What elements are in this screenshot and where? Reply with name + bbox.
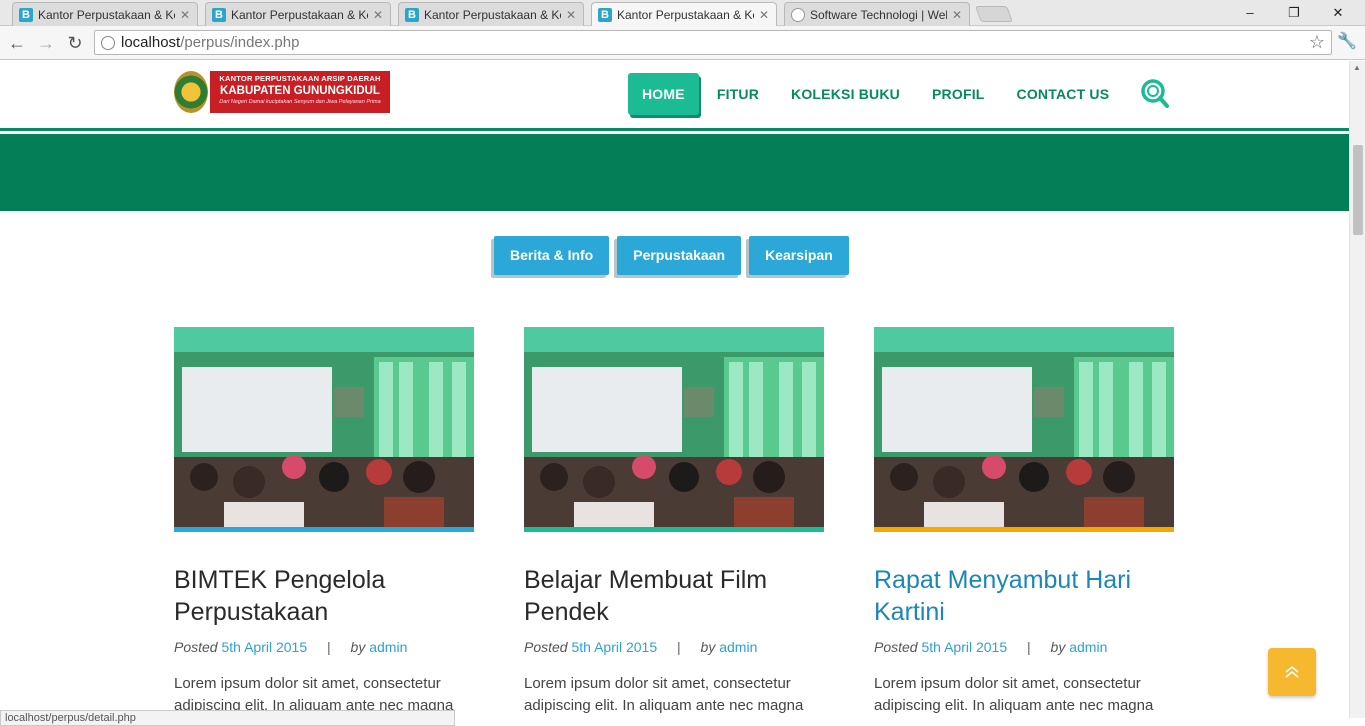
posted-label: Posted (524, 639, 568, 655)
post-excerpt: Lorem ipsum dolor sit amet, consectetur a… (874, 675, 1154, 714)
posted-label: Posted (874, 639, 918, 655)
status-bar: localhost/perpus/detail.php (0, 710, 455, 726)
post-accent-bar (874, 527, 1174, 532)
wrench-menu-icon[interactable]: 🔧 (1337, 31, 1357, 51)
browser-tab-title: Kantor Perpustakaan & Ke (231, 7, 368, 22)
b-icon: B (212, 7, 226, 22)
post-author-link[interactable]: admin (369, 639, 407, 655)
b-icon: B (598, 7, 612, 22)
classroom-photo (174, 327, 474, 532)
url-path: /perpus/index.php (180, 34, 300, 51)
nav-fitur[interactable]: FITUR (703, 73, 773, 115)
post-title[interactable]: BIMTEK Pengelola Perpustakaan (174, 564, 474, 628)
search-icon[interactable] (1140, 77, 1170, 111)
post-accent-bar (174, 527, 474, 532)
filter-perpustakaan-button[interactable]: Perpustakaan (617, 236, 742, 275)
reload-icon[interactable]: ↻ (63, 31, 87, 55)
globe-icon (791, 7, 805, 22)
logo-tagline: Dari Negeri Damai kuciptakan Senyum dan … (219, 99, 381, 105)
logo-plate: KANTOR PERPUSTAKAAN ARSIP DAERAH KABUPAT… (210, 71, 390, 113)
close-tab-icon[interactable]: ✕ (179, 8, 191, 22)
nav-profil[interactable]: PROFIL (918, 73, 999, 115)
logo-line-1: KANTOR PERPUSTAKAAN ARSIP DAERAH (219, 74, 381, 83)
post-accent-bar (524, 527, 824, 532)
browser-tab-active[interactable]: B Kantor Perpustakaan & Ke ✕ (591, 2, 777, 26)
post-thumbnail[interactable] (174, 327, 474, 532)
post-date-link[interactable]: 5th April 2015 (571, 639, 657, 655)
hero-banner (0, 134, 1349, 211)
chevron-up-icon (1285, 665, 1299, 678)
browser-toolbar: ← → ↻ localhost/perpus/index.php ☆ 🔧 (0, 26, 1365, 60)
nav-contact-us[interactable]: CONTACT US (1003, 73, 1124, 115)
category-filters: Berita & Info Perpustakaan Kearsipan (494, 236, 857, 275)
post-thumbnail[interactable] (874, 327, 1174, 532)
minimize-button[interactable]: – (1228, 0, 1272, 26)
back-to-top-button[interactable] (1268, 648, 1316, 696)
browser-tab-title: Kantor Perpustakaan & Ke (617, 7, 754, 22)
page-viewport: KANTOR PERPUSTAKAAN ARSIP DAERAH KABUPAT… (0, 61, 1349, 718)
post-card: Rapat Menyambut Hari Kartini Posted 5th A… (874, 327, 1174, 717)
url-host: localhost (121, 34, 181, 51)
post-card: BIMTEK Pengelola Perpustakaan Posted 5th … (174, 327, 474, 717)
page-info-icon[interactable] (101, 35, 115, 50)
post-author-link[interactable]: admin (719, 639, 757, 655)
post-title[interactable]: Belajar Membuat Film Pendek (524, 564, 824, 628)
post-meta: Posted 5th April 2015 | by admin (174, 639, 474, 655)
close-window-button[interactable]: ✕ (1316, 0, 1360, 26)
b-icon: B (405, 7, 419, 22)
by-label: by (1050, 639, 1066, 655)
post-date-link[interactable]: 5th April 2015 (921, 639, 1007, 655)
browser-tab[interactable]: Software Technologi | Web ✕ (784, 2, 970, 26)
close-tab-icon[interactable]: ✕ (951, 8, 963, 22)
browser-tab-title: Software Technologi | Web (810, 7, 947, 22)
post-author-link[interactable]: admin (1069, 639, 1107, 655)
browser-tab[interactable]: B Kantor Perpustakaan & Ke ✕ (398, 2, 584, 26)
browser-tab-title: Kantor Perpustakaan & Ke (424, 7, 561, 22)
posted-label: Posted (174, 639, 218, 655)
forward-icon[interactable]: → (34, 31, 58, 55)
browser-tab-title: Kantor Perpustakaan & Ke (38, 7, 175, 22)
post-date-link[interactable]: 5th April 2015 (221, 639, 307, 655)
meta-separator: | (1027, 639, 1031, 655)
new-tab-button[interactable] (975, 6, 1013, 22)
back-icon[interactable]: ← (5, 31, 29, 55)
post-meta: Posted 5th April 2015 | by admin (874, 639, 1174, 655)
bookmark-star-icon[interactable]: ☆ (1309, 32, 1325, 53)
close-tab-icon[interactable]: ✕ (565, 8, 577, 22)
classroom-photo (874, 327, 1174, 532)
nav-koleksi-buku[interactable]: KOLEKSI BUKU (777, 73, 914, 115)
post-thumbnail[interactable] (524, 327, 824, 532)
by-label: by (350, 639, 366, 655)
post-excerpt: Lorem ipsum dolor sit amet, consectetur a… (524, 675, 804, 714)
by-label: by (700, 639, 716, 655)
site-header: KANTOR PERPUSTAKAAN ARSIP DAERAH KABUPAT… (0, 61, 1349, 131)
close-tab-icon[interactable]: ✕ (758, 8, 770, 22)
scrollbar-thumb[interactable] (1353, 145, 1363, 235)
close-tab-icon[interactable]: ✕ (372, 8, 384, 22)
site-logo[interactable]: KANTOR PERPUSTAKAAN ARSIP DAERAH KABUPAT… (174, 71, 390, 113)
post-meta: Posted 5th April 2015 | by admin (524, 639, 824, 655)
page-scrollbar[interactable]: ▲ (1349, 61, 1365, 718)
nav-home[interactable]: HOME (628, 73, 699, 115)
post-title[interactable]: Rapat Menyambut Hari Kartini (874, 564, 1174, 628)
classroom-photo (524, 327, 824, 532)
browser-tab-strip: B Kantor Perpustakaan & Ke ✕ B Kantor Pe… (0, 0, 1365, 26)
restore-button[interactable]: ❐ (1272, 0, 1316, 26)
meta-separator: | (677, 639, 681, 655)
meta-separator: | (327, 639, 331, 655)
main-nav: HOME FITUR KOLEKSI BUKU PROFIL CONTACT U… (628, 73, 1127, 115)
logo-line-2: KABUPATEN GUNUNGKIDUL (220, 85, 380, 97)
browser-tab[interactable]: B Kantor Perpustakaan & Ke ✕ (12, 2, 198, 26)
filter-berita-info-button[interactable]: Berita & Info (494, 236, 610, 275)
b-icon: B (19, 7, 33, 22)
address-bar[interactable]: localhost/perpus/index.php ☆ (94, 30, 1332, 55)
scroll-up-arrow-icon[interactable]: ▲ (1353, 63, 1361, 72)
regency-emblem-icon (174, 71, 208, 113)
filter-kearsipan-button[interactable]: Kearsipan (749, 236, 849, 275)
browser-tab[interactable]: B Kantor Perpustakaan & Ke ✕ (205, 2, 391, 26)
post-card: Belajar Membuat Film Pendek Posted 5th Ap… (524, 327, 824, 717)
